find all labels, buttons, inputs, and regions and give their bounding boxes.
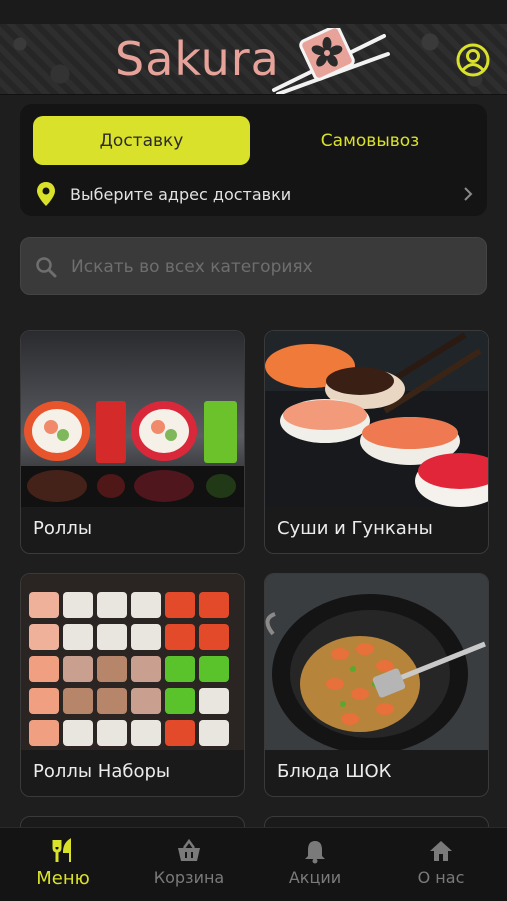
sushi-image [265, 331, 488, 507]
location-pin-icon [37, 182, 55, 206]
category-card-rolls[interactable]: Роллы [20, 330, 245, 554]
tab-label: Корзина [153, 868, 225, 887]
category-card-roll-sets[interactable]: Роллы Наборы [20, 573, 245, 797]
bottom-tab-bar: Меню Корзина Акции О нас [0, 827, 507, 901]
search-input[interactable] [69, 238, 473, 296]
app-header: Sakura [0, 24, 507, 95]
profile-icon[interactable] [456, 43, 490, 77]
tab-label: Акции [288, 868, 342, 887]
category-card-wok[interactable]: Блюда ШОК [264, 573, 489, 797]
tab-menu[interactable]: Меню [0, 828, 126, 901]
basket-icon [178, 838, 200, 861]
chevron-right-icon [464, 187, 473, 201]
fork-knife-icon [52, 838, 71, 862]
search-icon [36, 257, 57, 278]
delivery-address-selector[interactable]: Выберите адрес доставки [34, 179, 474, 209]
app-logo-title: Sakura [115, 32, 280, 86]
home-icon [430, 841, 452, 861]
category-label: Суши и Гунканы [277, 518, 433, 539]
wok-image [265, 574, 488, 750]
rolls-image [21, 331, 244, 507]
search-bar [20, 237, 487, 296]
category-label: Роллы Наборы [33, 761, 171, 782]
category-label: Роллы [33, 518, 93, 539]
sakura-logo-icon [272, 28, 390, 94]
status-bar [0, 0, 507, 24]
tab-label: Меню [36, 868, 90, 889]
address-prompt: Выберите адрес доставки [70, 184, 292, 204]
tab-pickup[interactable]: Самовывоз [270, 116, 470, 165]
category-card-sushi[interactable]: Суши и Гунканы [264, 330, 489, 554]
bell-icon [305, 841, 325, 864]
tab-label: О нас [417, 868, 465, 887]
tab-about[interactable]: О нас [378, 828, 504, 901]
category-label: Блюда ШОК [277, 761, 392, 782]
tab-delivery[interactable]: Доставку [33, 116, 250, 165]
roll-sets-image [21, 574, 244, 750]
tab-cart[interactable]: Корзина [126, 828, 252, 901]
tab-promotions[interactable]: Акции [252, 828, 378, 901]
delivery-mode-card: Доставку Самовывоз Выберите адрес достав… [20, 104, 487, 216]
